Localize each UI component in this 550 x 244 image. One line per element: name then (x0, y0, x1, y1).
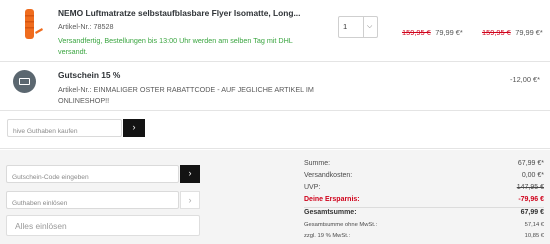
redeem-all-label: Alles einlösen (15, 221, 67, 231)
unit-price: 159,95 € 79,99 €* (402, 22, 463, 40)
credit-submit-button[interactable]: › (180, 191, 200, 209)
quantity-value: 1 (343, 22, 348, 31)
shipping-label: Versandkosten: (304, 172, 353, 179)
quantity-select[interactable]: 1 ⌵ (338, 16, 378, 38)
product-article-number: Artikel-Nr.: 78528 (58, 22, 114, 31)
voucher-card-icon (13, 70, 36, 93)
total-value: 67,99 € (520, 209, 544, 216)
coupon-input-wrap (6, 165, 179, 186)
sum-label: Summe: (304, 160, 331, 167)
summary-savings: Deine Ersparnis: -79,96 € (304, 196, 544, 207)
shipping-value: 0,00 €* (521, 172, 544, 179)
voucher-price: -12,00 €* (510, 75, 540, 84)
coupon-submit-button[interactable]: › (180, 165, 200, 183)
net-label: Gesamtsumme ohne MwSt.: (304, 222, 378, 228)
summary-divider (304, 207, 544, 208)
shipping-info: Versandfertig, Bestellungen bis 13:00 Uh… (58, 36, 293, 56)
credit-input[interactable] (7, 195, 178, 212)
unit-price-old: 159,95 € (402, 28, 431, 37)
summary-shipping: Versandkosten: 0,00 €* (304, 172, 544, 183)
gift-card-submit-button[interactable]: › (123, 119, 145, 137)
total-price: 159,95 € 79,99 €* (482, 22, 543, 40)
divider (0, 110, 550, 111)
gift-card-input-wrap (7, 119, 122, 140)
total-label: Gesamtsumme: (304, 209, 357, 216)
sum-value: 67,99 €* (517, 160, 544, 167)
total-price-current: 79,99 €* (515, 28, 543, 37)
net-value: 57,14 € (524, 222, 544, 228)
summary-net: Gesamtsumme ohne MwSt.: 57,14 € (304, 222, 544, 233)
summary-sum: Summe: 67,99 €* (304, 160, 544, 171)
divider (0, 61, 550, 62)
total-price-old: 159,95 € (482, 28, 511, 37)
redeem-all-button[interactable]: Alles einlösen (6, 215, 200, 236)
voucher-title: Gutschein 15 % (58, 70, 121, 80)
uvp-value: 147,95 € (516, 184, 544, 191)
credit-input-wrap (6, 191, 179, 212)
summary-total: Gesamtsumme: 67,99 € (304, 209, 544, 220)
gift-card-input[interactable] (8, 123, 121, 140)
vat-label: zzgl. 19 % MwSt.: (304, 233, 351, 239)
savings-label: Deine Ersparnis: (304, 196, 360, 203)
unit-price-current: 79,99 €* (435, 28, 463, 37)
summary-vat: zzgl. 19 % MwSt.: 10,85 € (304, 233, 544, 244)
summary-uvp: UVP: 147,95 € (304, 184, 544, 195)
vat-value: 10,85 € (524, 233, 544, 239)
product-title[interactable]: NEMO Luftmatratze selbstaufblasbare Flye… (58, 8, 300, 18)
chevron-down-icon: ⌵ (363, 17, 377, 37)
divider (0, 148, 550, 149)
product-thumbnail[interactable] (12, 6, 48, 42)
uvp-label: UVP: (304, 184, 321, 191)
coupon-code-input[interactable] (7, 169, 178, 186)
savings-value: -79,96 € (518, 196, 544, 203)
voucher-article-number: Artikel-Nr.: EINMALIGER OSTER RABATTCODE… (58, 85, 314, 105)
